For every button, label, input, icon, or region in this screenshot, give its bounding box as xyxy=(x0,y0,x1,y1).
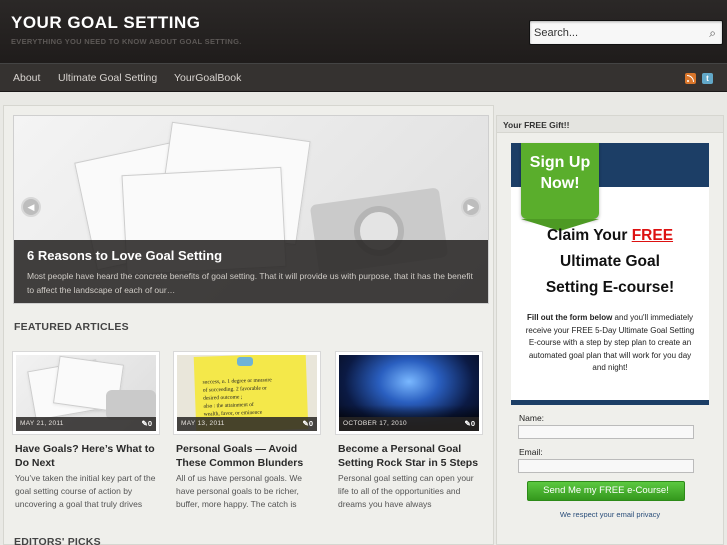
article-title[interactable]: Become a Personal Goal Setting Rock Star… xyxy=(338,442,484,470)
site-title[interactable]: YOUR GOAL SETTING xyxy=(11,13,201,33)
main-content: ◀ ▶ 6 Reasons to Love Goal Setting Most … xyxy=(3,105,494,545)
placeholder-camera xyxy=(106,390,156,420)
article-date: MAY 13, 2011 xyxy=(181,420,225,427)
article-thumbnail[interactable]: success, n. 1 degree or measure of succe… xyxy=(173,351,321,435)
article-meta: MAY 13, 2011 ✎0 xyxy=(177,417,317,431)
article-card: success, n. 1 degree or measure of succe… xyxy=(173,351,321,541)
nav-item-yourgoalbook[interactable]: YourGoalBook xyxy=(174,72,241,84)
widget-title: Your FREE Gift!! xyxy=(497,116,723,133)
claim-heading: Claim Your FREE Ultimate Goal Setting E-… xyxy=(511,223,709,301)
name-label: Name: xyxy=(519,413,545,423)
pin-icon xyxy=(237,357,253,366)
email-field[interactable] xyxy=(518,459,694,473)
slider-next-button[interactable]: ▶ xyxy=(461,197,481,217)
article-card: OCTOBER 17, 2010 ✎0 Become a Personal Go… xyxy=(335,351,483,541)
article-date: MAY 21, 2011 xyxy=(20,420,64,427)
slide-excerpt: Most people have heard the concrete bene… xyxy=(27,271,473,295)
featured-slider[interactable]: ◀ ▶ 6 Reasons to Love Goal Setting Most … xyxy=(13,115,489,304)
comment-count-value: 0 xyxy=(308,419,313,428)
search-icon[interactable]: ⌕ xyxy=(709,26,716,40)
name-field[interactable] xyxy=(518,425,694,439)
badge-line: Sign Up xyxy=(529,154,591,171)
rss-icon[interactable] xyxy=(685,73,696,84)
optin-bold: Fill out the form below xyxy=(526,313,613,322)
article-excerpt: Personal goal setting can open your life… xyxy=(338,473,474,509)
comment-count-value: 0 xyxy=(470,419,475,428)
article-meta: MAY 21, 2011 ✎0 xyxy=(16,417,156,431)
sidebar: Your FREE Gift!! Sign Up Now! Claim Your… xyxy=(496,115,724,545)
nav-item-about[interactable]: About xyxy=(13,72,40,84)
comment-count-value: 0 xyxy=(147,419,152,428)
editors-picks-heading: EDITORS' PICKS xyxy=(14,536,101,545)
featured-articles-heading: FEATURED ARTICLES xyxy=(14,321,129,333)
site-header: YOUR GOAL SETTING EVERYTHING YOU NEED TO… xyxy=(0,0,727,63)
comment-count[interactable]: ✎0 xyxy=(303,419,313,428)
signup-badge: Sign Up Now! xyxy=(521,143,599,231)
optin-box: Sign Up Now! Claim Your FREE Ultimate Go… xyxy=(511,143,709,405)
article-excerpt: You’ve taken the initial key part of the… xyxy=(15,473,156,509)
site-description: EVERYTHING YOU NEED TO KNOW ABOUT GOAL S… xyxy=(11,37,242,46)
article-excerpt: All of us have personal goals. We have p… xyxy=(176,473,302,509)
slider-prev-button[interactable]: ◀ xyxy=(21,197,41,217)
twitter-icon[interactable]: t xyxy=(702,73,713,84)
comment-count[interactable]: ✎0 xyxy=(142,419,152,428)
nav-item-ultimate-goal-setting[interactable]: Ultimate Goal Setting xyxy=(58,72,157,84)
claim-prefix: Claim Your xyxy=(546,227,628,244)
article-title[interactable]: Personal Goals — Avoid These Common Blun… xyxy=(176,442,322,470)
article-date: OCTOBER 17, 2010 xyxy=(343,420,407,427)
optin-footer-bar xyxy=(511,400,709,405)
email-label: Email: xyxy=(519,447,543,457)
main-nav: About Ultimate Goal Setting YourGoalBook… xyxy=(0,63,727,92)
claim-free: FREE xyxy=(631,227,674,244)
comment-count[interactable]: ✎0 xyxy=(465,419,475,428)
slide-title[interactable]: 6 Reasons to Love Goal Setting xyxy=(27,248,222,263)
claim-line: Setting E-course! xyxy=(545,279,675,296)
search-box[interactable]: ⌕ xyxy=(529,20,723,45)
article-meta: OCTOBER 17, 2010 ✎0 xyxy=(339,417,479,431)
article-card: MAY 21, 2011 ✎0 Have Goals? Here’s What … xyxy=(12,351,160,541)
badge-line: Now! xyxy=(540,175,580,192)
article-thumbnail[interactable]: OCTOBER 17, 2010 ✎0 xyxy=(335,351,483,435)
optin-description: Fill out the form below and you'll immed… xyxy=(523,312,697,375)
article-thumbnail[interactable]: MAY 21, 2011 ✎0 xyxy=(12,351,160,435)
send-course-button[interactable]: Send Me my FREE e-Course! xyxy=(527,481,685,501)
article-title[interactable]: Have Goals? Here’s What to Do Next xyxy=(15,442,161,470)
claim-line: Ultimate Goal xyxy=(560,253,660,270)
privacy-note[interactable]: We respect your email privacy xyxy=(497,510,723,519)
slide-caption: 6 Reasons to Love Goal Setting Most peop… xyxy=(14,240,488,303)
search-input[interactable] xyxy=(534,25,694,41)
